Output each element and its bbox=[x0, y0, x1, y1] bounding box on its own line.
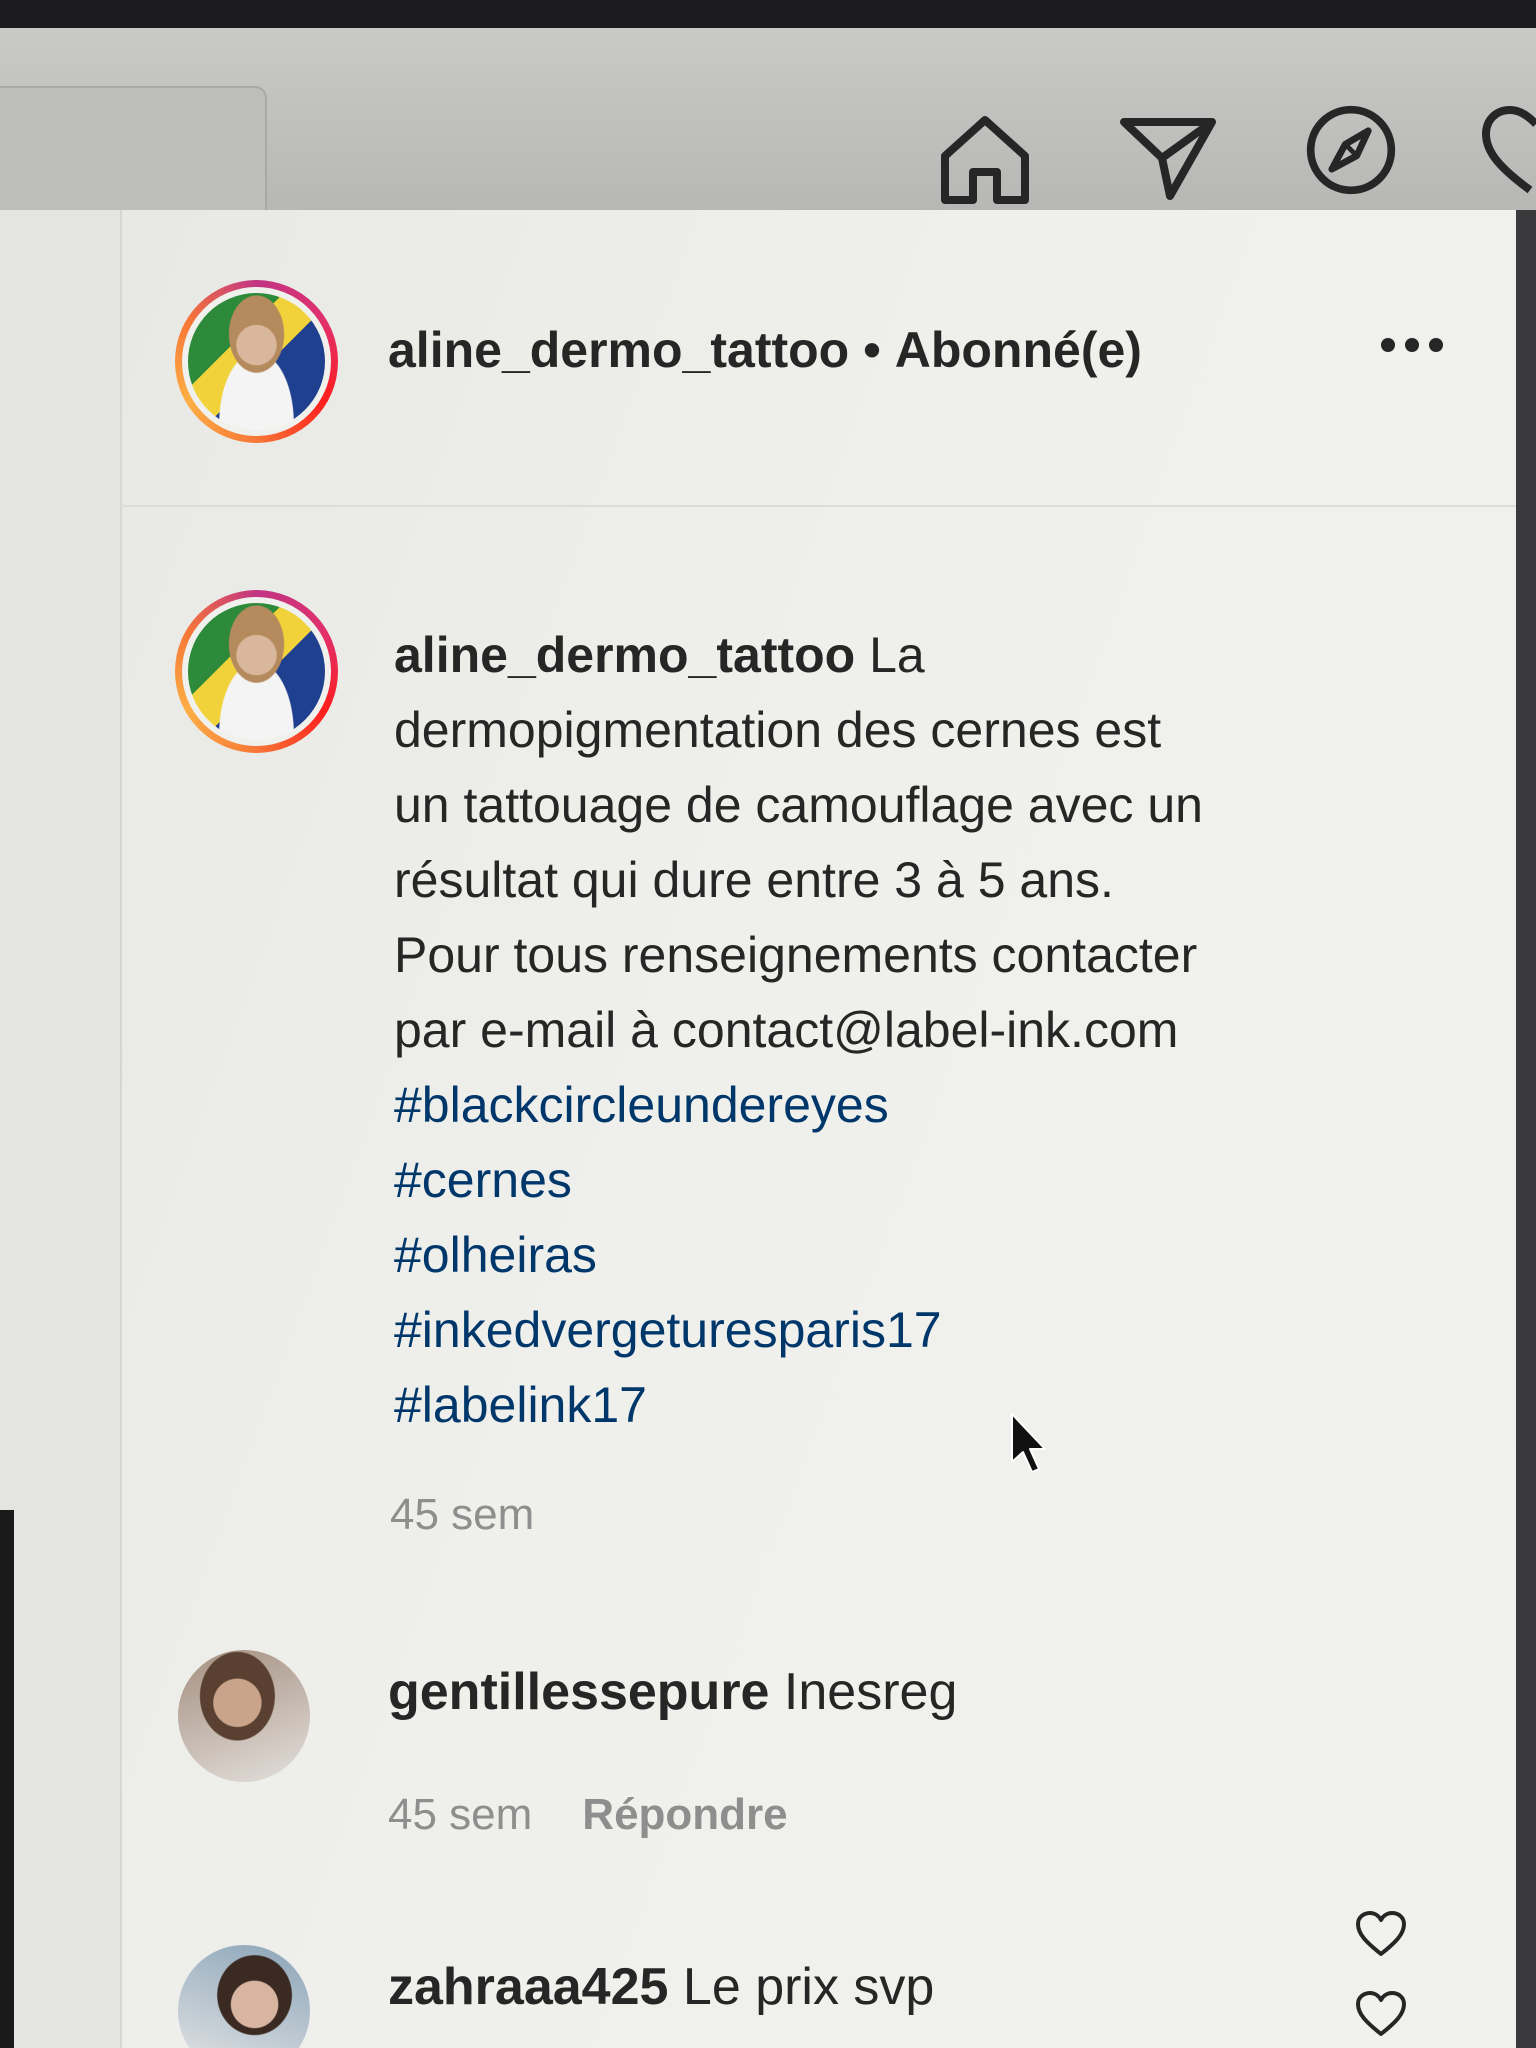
caption-line: résultat qui dure entre 3 à 5 ans. bbox=[394, 852, 1114, 908]
caption-author-avatar[interactable] bbox=[175, 590, 338, 753]
hashtag-link[interactable]: #inkedvergeturesparis17 bbox=[394, 1293, 1414, 1368]
comment-body: gentillessepure Inesreg bbox=[388, 1660, 957, 1724]
explore-icon[interactable] bbox=[1303, 102, 1399, 198]
search-input[interactable] bbox=[0, 86, 267, 220]
comment-meta: 45 sem Répondre bbox=[388, 1790, 788, 1840]
activity-heart-icon[interactable] bbox=[1480, 102, 1536, 198]
post-caption: aline_dermo_tattoo La dermopigmentation … bbox=[394, 618, 1414, 1443]
window-edge bbox=[1516, 210, 1536, 2048]
post-image-edge bbox=[0, 210, 122, 2048]
left-dark-edge bbox=[0, 1510, 14, 2048]
comment-text: Inesreg bbox=[783, 1663, 958, 1721]
comment-timestamp[interactable]: 45 sem bbox=[388, 1790, 532, 1839]
direct-message-icon[interactable] bbox=[1118, 108, 1218, 208]
more-options-icon[interactable] bbox=[1380, 335, 1444, 360]
hashtag-link[interactable]: #blackcircleundereyes bbox=[394, 1068, 1414, 1143]
hashtag-link[interactable]: #cernes bbox=[394, 1143, 1414, 1218]
home-icon[interactable] bbox=[935, 108, 1035, 208]
hashtag-link[interactable]: #labelink17 bbox=[394, 1368, 1414, 1443]
like-comment-heart-icon[interactable] bbox=[1354, 1990, 1408, 2043]
post-timestamp[interactable]: 45 sem bbox=[390, 1490, 534, 1540]
caption-line: La bbox=[869, 627, 925, 683]
author-username[interactable]: aline_dermo_tattoo bbox=[388, 322, 849, 378]
post-comments-panel: aline_dermo_tattoo • Abonné(e) aline_dermo… bbox=[0, 210, 1516, 2048]
commenter-avatar[interactable] bbox=[178, 1945, 310, 2048]
caption-line: dermopigmentation des cernes est bbox=[394, 702, 1162, 758]
post-header: aline_dermo_tattoo • Abonné(e) bbox=[388, 320, 1142, 380]
screen-bezel bbox=[0, 0, 1536, 28]
like-comment-heart-icon[interactable] bbox=[1354, 1910, 1408, 1963]
top-navigation-bar bbox=[0, 28, 1536, 220]
caption-line: par e-mail à contact@label-ink.com bbox=[394, 1002, 1179, 1058]
commenter-username[interactable]: gentillessepure bbox=[388, 1663, 769, 1721]
reply-button[interactable]: Répondre bbox=[582, 1790, 787, 1839]
comment-body: zahraaa425 Le prix svp bbox=[388, 1955, 934, 2019]
caption-line: Pour tous renseignements contacter bbox=[394, 927, 1198, 983]
mouse-cursor-icon bbox=[1008, 1412, 1050, 1481]
commenter-avatar[interactable] bbox=[178, 1650, 310, 1782]
header-divider bbox=[120, 505, 1516, 507]
caption-author-username[interactable]: aline_dermo_tattoo bbox=[394, 627, 855, 683]
caption-line: un tattouage de camouflage avec un bbox=[394, 777, 1203, 833]
follow-status-button[interactable]: Abonné(e) bbox=[895, 322, 1142, 378]
hashtag-link[interactable]: #olheiras bbox=[394, 1218, 1414, 1293]
caption-first-line: aline_dermo_tattoo La bbox=[394, 618, 1414, 693]
commenter-username[interactable]: zahraaa425 bbox=[388, 1958, 668, 2016]
separator-dot: • bbox=[863, 322, 881, 378]
author-avatar[interactable] bbox=[175, 280, 338, 443]
comment-text: Le prix svp bbox=[682, 1958, 935, 2016]
